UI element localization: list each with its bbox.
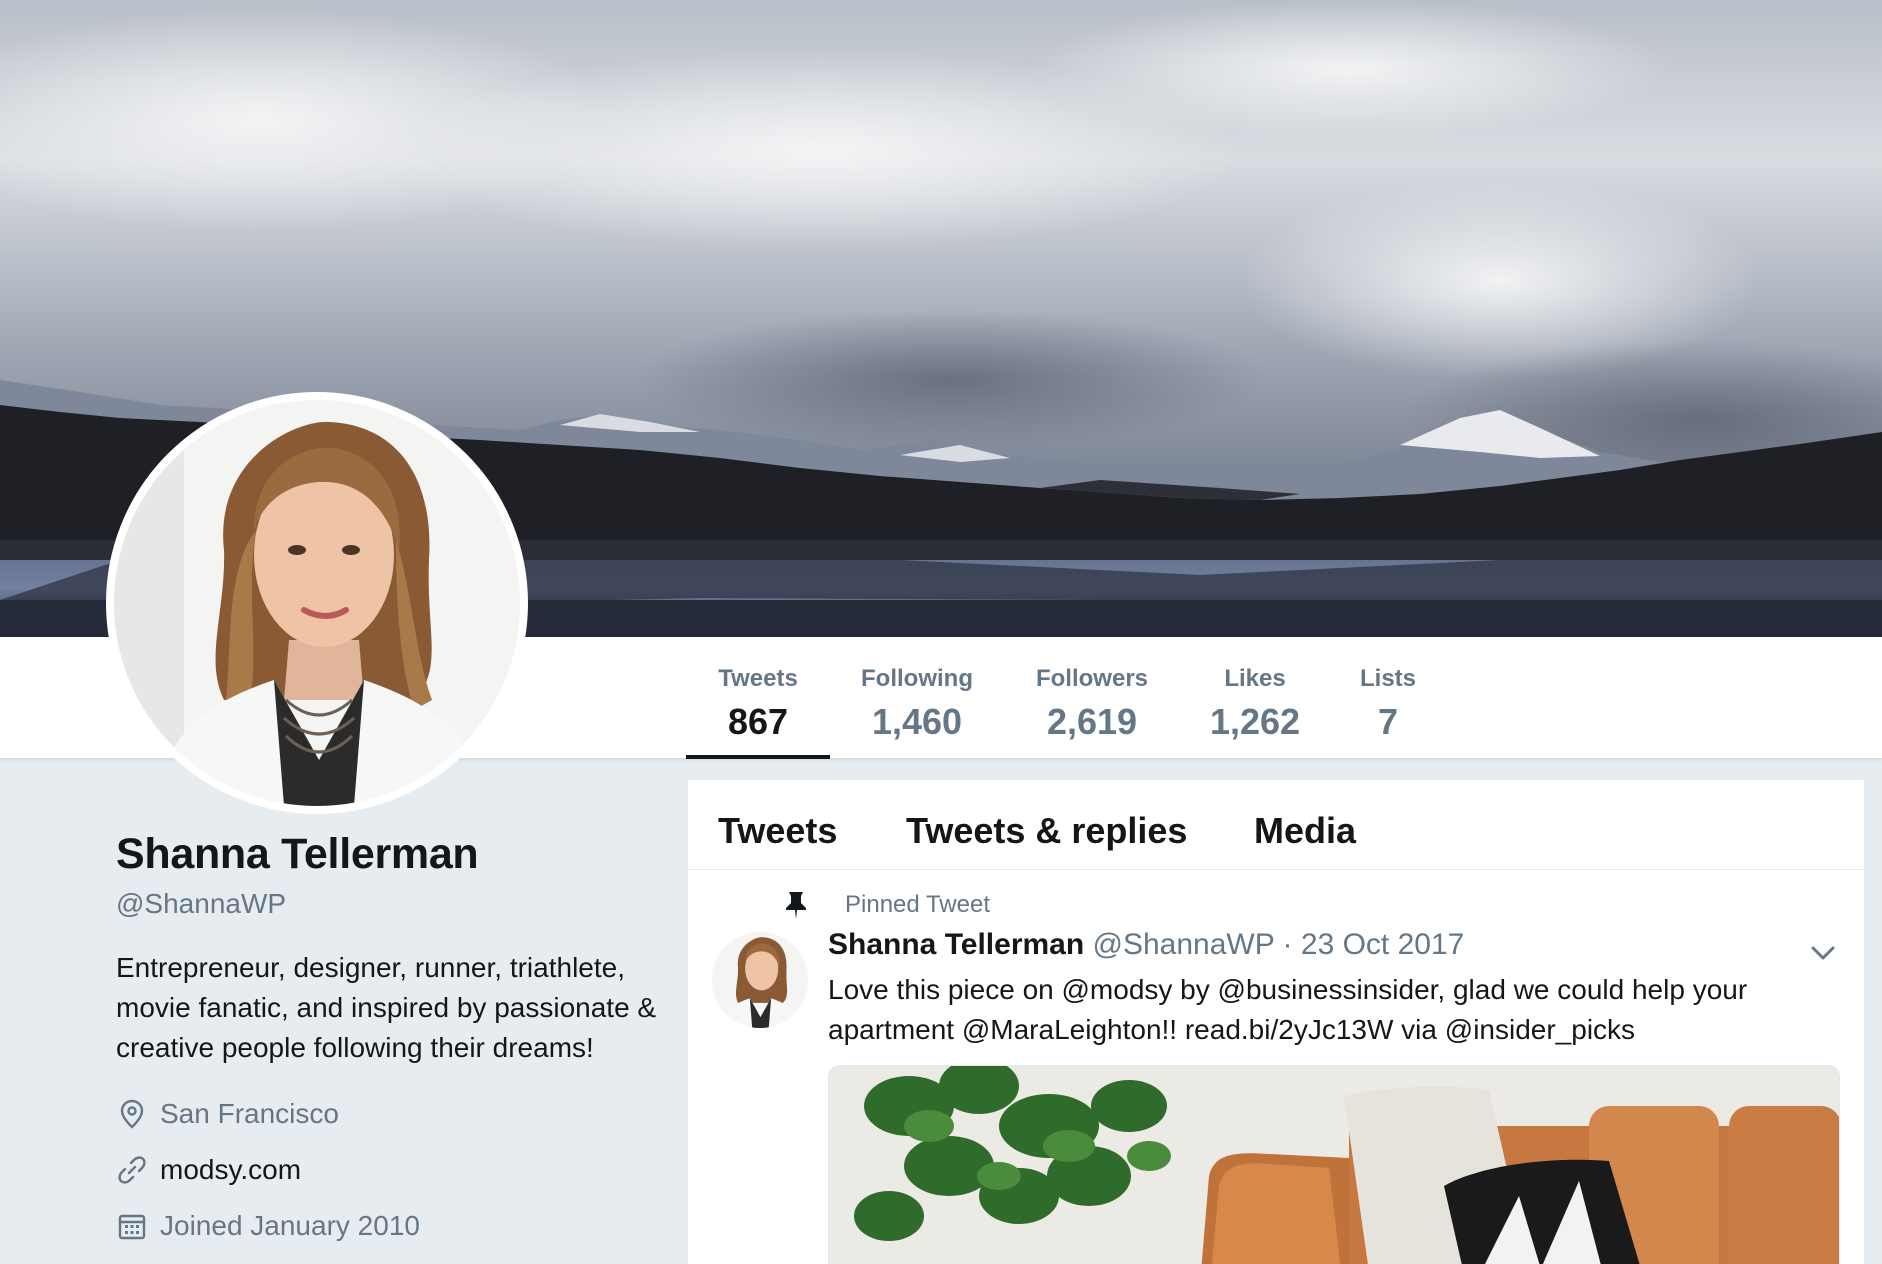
tweet-url-link[interactable]: read.bi/2yJc13W — [1185, 1014, 1394, 1045]
stat-followers-label: Followers — [1035, 665, 1149, 692]
mention-modsy[interactable]: @modsy — [1062, 974, 1173, 1005]
profile-name[interactable]: Shanna Tellerman — [116, 830, 479, 879]
profile-location: San Francisco — [116, 1094, 339, 1134]
tweet-author-photo — [712, 932, 808, 1028]
profile-avatar[interactable] — [106, 392, 528, 814]
tweet-author-avatar[interactable] — [712, 932, 808, 1028]
stat-tweets-label: Tweets — [718, 665, 798, 692]
timeline: Tweets Tweets & replies Media Pinned Twe… — [688, 780, 1864, 1264]
stat-tweets-value: 867 — [727, 701, 789, 742]
tweet-text: Love this piece on @modsy by @businessin… — [828, 970, 1828, 1050]
tweet-header: Shanna Tellerman @ShannaWP · 23 Oct 2017 — [828, 928, 1464, 962]
tweet-author-handle[interactable]: @ShannaWP — [1093, 928, 1275, 961]
profile-bio: Entrepreneur, designer, runner, triathle… — [116, 952, 657, 1063]
pin-icon — [786, 892, 806, 919]
stat-lists-value: 7 — [1377, 701, 1399, 742]
tweet-text-segment: via — [1393, 1014, 1445, 1045]
mention-maraleighton[interactable]: @MaraLeighton — [962, 1014, 1162, 1045]
tweet-media-image[interactable] — [828, 1065, 1840, 1264]
profile-joined-text: Joined January 2010 — [160, 1210, 420, 1241]
tweet-text-segment: !! — [1161, 1014, 1185, 1045]
stat-tweets[interactable]: Tweets 867 — [686, 637, 830, 759]
chevron-down-icon[interactable] — [1808, 938, 1838, 968]
profile-location-text: San Francisco — [160, 1098, 339, 1129]
stat-likes-label: Likes — [1224, 665, 1286, 692]
profile-photo — [114, 400, 520, 806]
stat-followers[interactable]: Followers 2,619 — [1022, 637, 1162, 758]
profile-joined: Joined January 2010 — [116, 1206, 420, 1246]
link-icon — [116, 1154, 148, 1186]
profile-handle[interactable]: @ShannaWP — [116, 888, 286, 920]
tab-tweets[interactable]: Tweets — [718, 810, 837, 852]
stat-following-value: 1,460 — [871, 701, 963, 742]
mention-insider-picks[interactable]: @insider_picks — [1445, 1014, 1635, 1045]
stat-following-label: Following — [861, 665, 973, 692]
map-pin-icon — [116, 1098, 148, 1130]
stat-following[interactable]: Following 1,460 — [848, 637, 986, 758]
stat-followers-value: 2,619 — [1046, 701, 1138, 742]
pinned-tweet-label: Pinned Tweet — [845, 891, 990, 918]
tweet-date[interactable]: 23 Oct 2017 — [1301, 928, 1464, 961]
profile-website: modsy.com — [116, 1150, 301, 1190]
tweet-text-segment: Love this piece on — [828, 974, 1062, 1005]
timeline-tabs: Tweets Tweets & replies Media — [688, 780, 1864, 870]
mention-businessinsider[interactable]: @businessinsider — [1218, 974, 1438, 1005]
stat-lists[interactable]: Lists 7 — [1350, 637, 1426, 758]
stat-likes-value: 1,262 — [1209, 701, 1301, 742]
tweet-text-segment: by — [1172, 974, 1218, 1005]
calendar-icon — [116, 1210, 148, 1242]
pinned-tweet-indicator: Pinned Tweet — [783, 890, 990, 920]
stat-lists-label: Lists — [1359, 665, 1416, 692]
profile-website-link[interactable]: modsy.com — [160, 1154, 301, 1186]
stat-likes[interactable]: Likes 1,262 — [1200, 637, 1310, 758]
tab-tweets-replies[interactable]: Tweets & replies — [906, 810, 1187, 852]
tweet-header-separator: · — [1282, 928, 1293, 961]
sofa-photo — [829, 1066, 1839, 1264]
tab-media[interactable]: Media — [1254, 810, 1356, 852]
tweet-author-name[interactable]: Shanna Tellerman — [828, 928, 1084, 961]
